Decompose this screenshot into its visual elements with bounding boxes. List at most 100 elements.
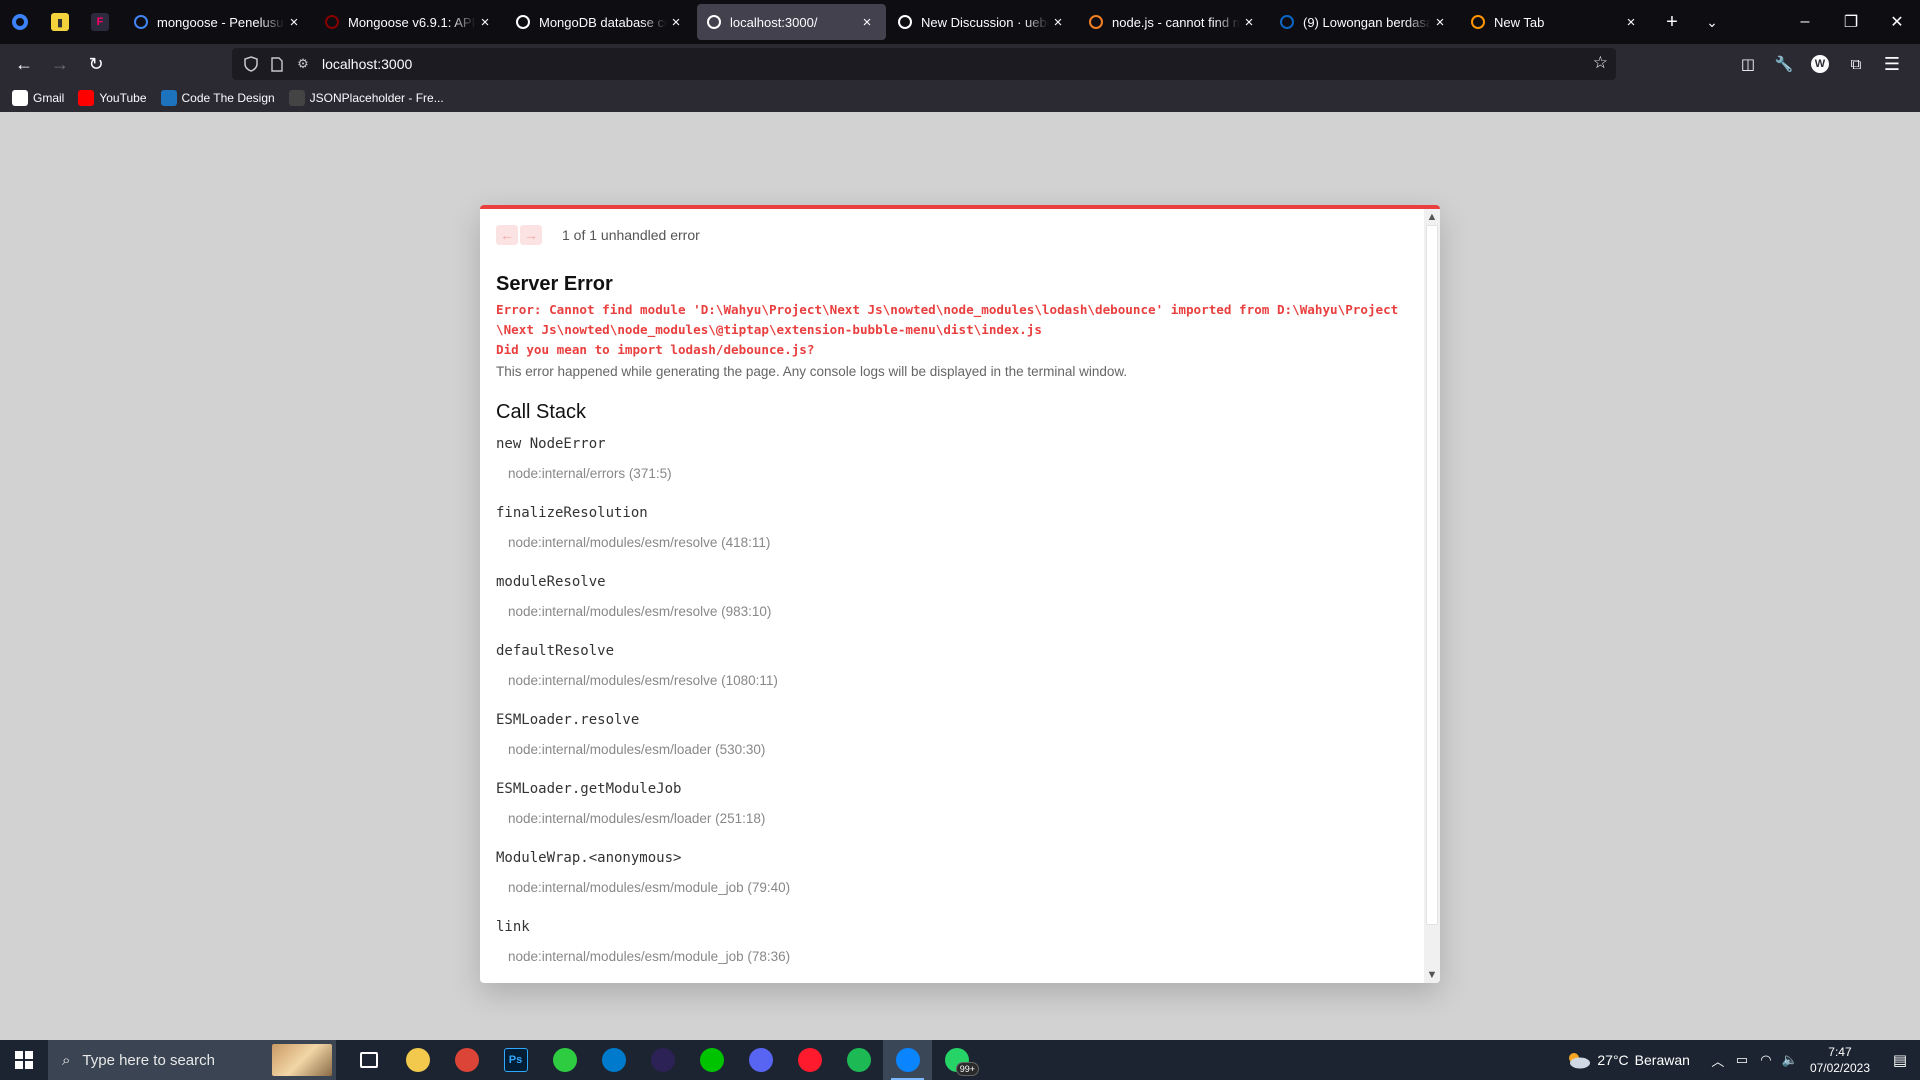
close-tab-icon[interactable]: × (476, 13, 494, 31)
arrow-right-icon: → (51, 53, 69, 74)
chevron-up-icon: ︿ (1711, 1053, 1725, 1069)
pinned-tab-2[interactable]: F (80, 0, 120, 44)
call-stack-frame[interactable]: ModuleWrap.<anonymous> node:internal/modu… (496, 850, 1408, 907)
taskbar-app[interactable] (785, 1040, 834, 1080)
show-hidden-icons-button[interactable]: ︿ (1706, 1040, 1730, 1080)
new-tab-button[interactable]: + (1652, 0, 1692, 44)
previous-error-button[interactable]: ← (496, 225, 518, 245)
volume-icon[interactable]: 🔈 (1778, 1040, 1802, 1080)
browser-tab[interactable]: mongoose - Penelusuran× (124, 4, 313, 40)
bookmark-item[interactable]: Gmail (12, 90, 64, 106)
call-stack-frame[interactable]: moduleResolve node:internal/modules/esm/r… (496, 574, 1408, 631)
error-title: Server Error (496, 273, 613, 295)
call-stack-frame[interactable]: defaultResolve node:internal/modules/esm/… (496, 643, 1408, 700)
frame-location[interactable]: node:internal/modules/esm/module_job (78… (508, 949, 1408, 976)
clock[interactable]: 7:47 07/02/2023 (1810, 1044, 1870, 1076)
taskbar-app[interactable] (393, 1040, 442, 1080)
eclipse-icon (650, 1048, 675, 1072)
page-icon[interactable] (266, 53, 288, 75)
minimize-button[interactable]: – (1782, 0, 1828, 44)
close-tab-icon[interactable]: × (1240, 13, 1258, 31)
frame-location[interactable]: node:internal/errors (371:5) (508, 466, 1408, 493)
extensions-button[interactable]: ⧉ (1838, 48, 1874, 80)
call-stack-frame[interactable]: link node:internal/modules/esm/module_job… (496, 919, 1408, 976)
close-tab-icon[interactable]: × (667, 13, 685, 31)
next-error-button[interactable]: → (520, 225, 542, 245)
browser-tab[interactable]: node.js - cannot find mo × (1079, 4, 1268, 40)
frame-function: ESMLoader.getModuleJob (496, 781, 682, 797)
weather-widget[interactable]: 27°C Berawan (1565, 1051, 1690, 1069)
taskbar-app[interactable] (540, 1040, 589, 1080)
frame-location[interactable]: node:internal/modules/esm/loader (251:18… (508, 811, 1408, 838)
frame-location[interactable]: node:internal/modules/esm/resolve (1080:… (508, 673, 1408, 700)
taskbar-app[interactable] (687, 1040, 736, 1080)
wifi-icon[interactable]: ◠ (1754, 1040, 1778, 1080)
call-stack-frame[interactable]: ESMLoader.getModuleJob node:internal/modu… (496, 781, 1408, 838)
meet-now-icon[interactable]: ▭ (1730, 1040, 1754, 1080)
overlay-scrollbar[interactable]: ▲ ▼ (1424, 209, 1440, 983)
close-tab-icon[interactable]: × (1049, 13, 1067, 31)
reload-button[interactable]: ↻ (78, 48, 114, 80)
close-tab-icon[interactable]: × (858, 13, 876, 31)
close-tab-icon[interactable]: × (285, 13, 303, 31)
error-pagination: ← → 1 of 1 unhandled error (496, 223, 1408, 247)
browser-tab[interactable]: Mongoose v6.9.1: API do× (315, 4, 504, 40)
bookmark-star-icon[interactable]: ☆ (1593, 53, 1608, 73)
taskbar-app[interactable] (442, 1040, 491, 1080)
scroll-down-icon[interactable]: ▼ (1424, 967, 1440, 983)
call-stack-frame[interactable]: new NodeError node:internal/errors (371:5… (496, 436, 1408, 493)
vscode-icon (601, 1048, 626, 1072)
account-button[interactable]: W (1802, 48, 1838, 80)
close-window-button[interactable]: ✕ (1874, 0, 1920, 44)
close-tab-icon[interactable]: × (1431, 13, 1449, 31)
close-tab-icon[interactable]: × (1622, 13, 1640, 31)
tab-title: New Tab (1494, 14, 1545, 30)
taskbar-app[interactable] (344, 1040, 393, 1080)
taskbar-app[interactable] (589, 1040, 638, 1080)
frame-location[interactable]: node:internal/modules/esm/resolve (418:1… (508, 535, 1408, 562)
taskbar-app[interactable] (638, 1040, 687, 1080)
url-text[interactable]: localhost:3000 (322, 56, 412, 72)
firefox-view-button[interactable] (0, 0, 40, 44)
notification-center-button[interactable]: ▤ (1880, 1040, 1920, 1080)
bookmark-item[interactable]: YouTube (78, 90, 147, 106)
start-button[interactable] (0, 1040, 48, 1080)
browser-tab[interactable]: New Tab × (1461, 4, 1650, 40)
taskbar-app[interactable] (736, 1040, 785, 1080)
restore-button[interactable]: ❐ (1828, 0, 1874, 44)
shield-icon[interactable] (240, 53, 262, 75)
taskbar-app[interactable] (883, 1040, 932, 1080)
browser-tab[interactable]: (9) Lowongan berdasarka× (1270, 4, 1459, 40)
frame-location[interactable]: node:internal/modules/esm/module_job (79… (508, 880, 1408, 907)
back-button[interactable]: ← (6, 48, 42, 80)
taskbar-search[interactable]: ⌕ Type here to search (48, 1040, 336, 1080)
taskbar-app[interactable] (834, 1040, 883, 1080)
search-icon: ⌕ (62, 1051, 71, 1069)
taskbar-app[interactable]: 99+ (932, 1040, 981, 1080)
task-view-icon (359, 1052, 378, 1068)
frame-location[interactable]: node:internal/modules/esm/loader (530:30… (508, 742, 1408, 769)
scroll-up-icon[interactable]: ▲ (1424, 209, 1440, 225)
bookmark-item[interactable]: JSONPlaceholder - Fre... (288, 90, 444, 106)
menu-button[interactable]: ☰ (1874, 48, 1910, 80)
taskbar-app[interactable]: Ps (491, 1040, 540, 1080)
youtube-icon (78, 90, 95, 106)
call-stack-frame[interactable]: finalizeResolution node:internal/modules/… (496, 505, 1408, 562)
pocket-button[interactable]: ◫ (1730, 48, 1766, 80)
pinned-tab-1[interactable]: ▮ (40, 0, 80, 44)
tab-title: mongoose - Penelusuran (157, 14, 285, 30)
devtools-button[interactable]: 🔧 (1766, 48, 1802, 80)
list-all-tabs-button[interactable]: ⌄ (1692, 0, 1732, 44)
scrollbar-thumb[interactable] (1426, 225, 1438, 925)
call-stack-frame[interactable]: ESMLoader.resolve node:internal/modules/e… (496, 712, 1408, 769)
browser-tab[interactable]: New Discussion · ueberd× (888, 4, 1077, 40)
permissions-icon[interactable]: ⚙ (292, 53, 314, 75)
url-bar[interactable]: ⚙ localhost:3000 ☆ (232, 48, 1616, 80)
bookmark-item[interactable]: Code The Design (160, 90, 275, 106)
browser-tab[interactable]: localhost:3000/ × (697, 4, 886, 40)
forward-button[interactable]: → (42, 48, 78, 80)
browser-tab[interactable]: MongoDB database conn× (506, 4, 695, 40)
frame-location[interactable]: node:internal/modules/esm/resolve (983:1… (508, 604, 1408, 631)
vercel-icon (516, 15, 530, 29)
frame-function: ModuleWrap.<anonymous> (496, 850, 682, 866)
